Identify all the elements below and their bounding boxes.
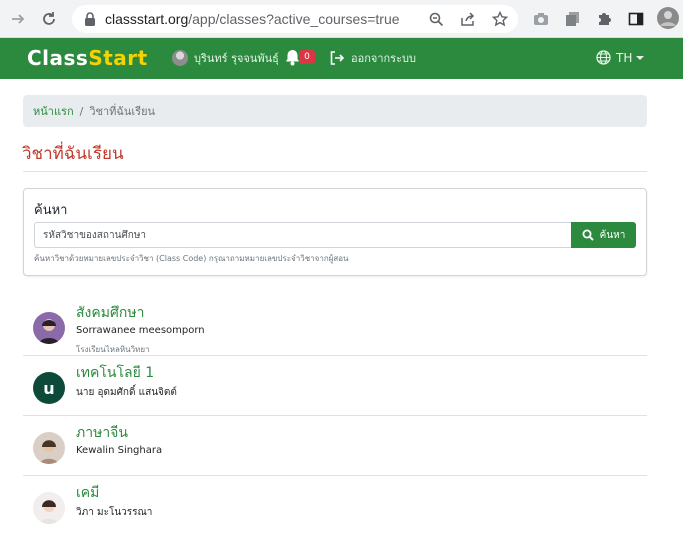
breadcrumb-home-link[interactable]: หน้าแรก (33, 102, 74, 120)
course-item[interactable]: เคมี วิภา มะโนวรรณา (23, 476, 647, 536)
globe-icon (596, 50, 611, 65)
notification-badge[interactable]: 0 (299, 50, 315, 64)
zoom-icon[interactable] (428, 11, 444, 27)
logout-link[interactable]: ออกจากระบบ (330, 49, 416, 67)
profile-avatar-icon[interactable] (657, 7, 679, 29)
logout-label: ออกจากระบบ (351, 52, 416, 65)
course-item[interactable]: ภาษาจีน Kewalin Singhara (23, 416, 647, 476)
puzzle-extensions-icon[interactable] (595, 10, 613, 28)
forward-arrow-icon[interactable] (8, 9, 28, 29)
course-name[interactable]: ภาษาจีน (76, 422, 128, 444)
url-text[interactable]: classstart.org/app/classes?active_course… (105, 11, 400, 27)
reload-icon[interactable] (39, 9, 59, 29)
brand-logo[interactable]: ClassStart (27, 46, 148, 70)
search-help-text: ค้นหาวิชาด้วยหมายเลขประจำวิชา (Class Cod… (34, 254, 349, 263)
course-name[interactable]: สังคมศึกษา (76, 302, 144, 324)
breadcrumb-current: วิชาที่ฉันเรียน (89, 105, 156, 118)
breadcrumb: หน้าแรก / วิชาที่ฉันเรียน (23, 95, 647, 127)
share-icon[interactable] (460, 11, 476, 27)
course-teacher: Sorrawanee meesomporn (76, 325, 205, 336)
user-menu[interactable]: บุรินทร์ รุจจนพันธุ์ (172, 49, 279, 67)
search-button[interactable]: ค้นหา (571, 222, 636, 248)
bookmark-star-icon[interactable] (492, 11, 508, 27)
course-name[interactable]: เทคโนโลยี 1 (76, 362, 154, 384)
side-panel-icon[interactable] (627, 10, 645, 28)
lock-icon[interactable] (82, 11, 98, 27)
chevron-down-icon (636, 55, 645, 60)
teacher-avatar (33, 492, 65, 524)
title-divider (23, 171, 647, 172)
course-list: สังคมศึกษา Sorrawanee meesomporn โรงเรีย… (23, 296, 647, 536)
course-teacher: วิภา มะโนวรรณา (76, 507, 153, 518)
course-school: โรงเรียนไหลหินวิทยา (76, 345, 150, 354)
user-avatar (172, 50, 188, 66)
camera-icon[interactable] (532, 10, 550, 28)
logout-icon (330, 51, 344, 65)
search-card: ค้นหา ค้นหา ค้นหาวิชาด้วยหมายเลขประจำวิช… (23, 188, 647, 276)
page-title: วิชาที่ฉันเรียน (22, 144, 124, 164)
course-item[interactable]: สังคมศึกษา Sorrawanee meesomporn โรงเรีย… (23, 296, 647, 356)
search-button-label: ค้นหา (599, 229, 626, 241)
course-name[interactable]: เคมี (76, 482, 99, 504)
search-icon (582, 229, 594, 241)
user-name: บุรินทร์ รุจจนพันธุ์ (194, 52, 279, 65)
search-label: ค้นหา (34, 203, 68, 218)
course-teacher: Kewalin Singhara (76, 445, 163, 456)
teacher-avatar (33, 432, 65, 464)
course-item[interactable]: u เทคโนโลยี 1 นาย อุดมศักดิ์ แสนจิตต์ (23, 356, 647, 416)
language-selector[interactable]: TH (596, 50, 645, 65)
course-teacher: นาย อุดมศักดิ์ แสนจิตต์ (76, 387, 177, 398)
extension-copy-icon[interactable] (564, 10, 582, 28)
teacher-avatar: u (33, 372, 65, 404)
language-code: TH (616, 50, 633, 65)
app-navbar: ClassStart บุรินทร์ รุจจนพันธุ์ 0 ออกจาก… (0, 38, 683, 79)
address-bar[interactable]: classstart.org/app/classes?active_course… (72, 5, 518, 33)
browser-toolbar: classstart.org/app/classes?active_course… (0, 0, 683, 38)
breadcrumb-separator: / (79, 104, 84, 118)
teacher-avatar (33, 312, 65, 344)
class-code-search-input[interactable] (34, 222, 572, 248)
